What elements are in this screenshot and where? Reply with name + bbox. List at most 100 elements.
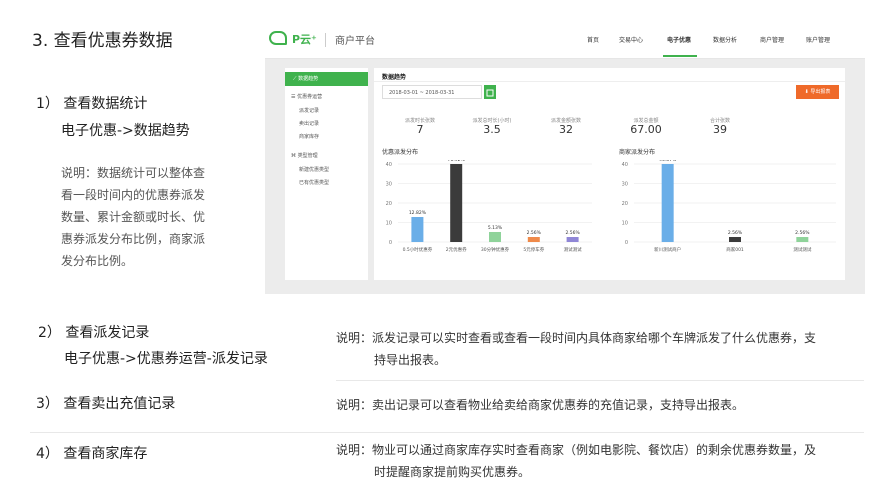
desc-line: 发分布比例。 xyxy=(61,254,134,268)
y-tick-label: 10 xyxy=(386,221,392,227)
desc-line: 惠券派发分布比例，商家派 xyxy=(61,232,206,246)
nav-e-coupon[interactable]: 电子优惠 xyxy=(667,35,691,44)
panel-divider xyxy=(374,81,845,82)
panel-title: 数据趋势 xyxy=(382,74,407,81)
nav-merchant[interactable]: 商户管理 xyxy=(760,35,784,44)
sidebar-group-types: ⌘ 类型管理 xyxy=(291,152,318,159)
step2-desc: 说明：派发记录可以实时查看或查看一段时间内具体商家给哪个车牌派发了什么优惠券，支… xyxy=(336,327,816,371)
x-tick-label: 30分钟优惠券 xyxy=(481,246,510,253)
coupon-distribution-chart: 0 10 20 30 40 12.82% 0.5小时优惠券 76.92% 2元优惠券 5.13% 3… xyxy=(386,160,592,253)
y-tick-label: 40 xyxy=(622,162,628,168)
divider xyxy=(30,432,864,433)
nav-analysis[interactable]: 数据分析 xyxy=(713,35,737,44)
data-label: 12.82% xyxy=(409,210,427,216)
x-tick-label: 测试测试 xyxy=(793,246,811,253)
step1-title: 1） 查看数据统计 xyxy=(36,96,148,112)
desc-line: 持导出报表。 xyxy=(374,353,447,367)
bar xyxy=(796,237,809,242)
step4-desc: 说明：物业可以通过商家库存实时查看商家（例如电影院、餐饮店）的剩余优惠券数量，及… xyxy=(336,439,816,483)
sidebar-item-trend[interactable]: ⟋ 数据趋势 xyxy=(285,72,368,86)
logo: P云⁺ xyxy=(292,33,317,46)
data-label: 2.56% xyxy=(565,230,580,236)
calendar-button[interactable] xyxy=(484,85,496,99)
x-tick-label: 商家001 xyxy=(726,246,744,253)
y-tick-label: 40 xyxy=(386,162,392,168)
desc-line: 说明：卖出记录可以查看物业给卖给商家优惠券的充值记录，支持导出报表。 xyxy=(336,398,745,412)
sidebar-group-label: 类型管理 xyxy=(297,153,318,159)
y-tick-label: 0 xyxy=(389,240,392,246)
nav-home[interactable]: 首页 xyxy=(587,35,599,44)
sidebar-item-existing-types[interactable]: 已有优惠类型 xyxy=(299,179,329,186)
stat-value: 7 xyxy=(416,123,424,136)
bar xyxy=(489,231,501,242)
sidebar: ⟋ 数据趋势 ☰ 优惠券运营 派发记录 卖出记录 商家库存 ⌘ 类型管理 新建优… xyxy=(285,68,368,280)
calendar-icon xyxy=(486,89,494,97)
nav-trading[interactable]: 交易中心 xyxy=(619,35,643,44)
step3-desc: 说明：卖出记录可以查看物业给卖给商家优惠券的充值记录，支持导出报表。 xyxy=(336,394,744,416)
step1-path: 电子优惠->数据趋势 xyxy=(61,123,190,139)
step2-title: 2） 查看派发记录 xyxy=(38,325,150,341)
platform-screenshot: P云⁺ 商户平台 首页 交易中心 电子优惠 数据分析 商户管理 账户管理 ⟋ 数… xyxy=(265,22,865,294)
bar xyxy=(661,164,674,242)
platform-name: 商户平台 xyxy=(335,36,375,47)
stat-value: 67.00 xyxy=(630,123,662,136)
bar xyxy=(450,164,463,242)
y-tick-label: 30 xyxy=(386,182,392,188)
export-label: 导出报表 xyxy=(810,89,831,95)
stat-value: 39 xyxy=(713,123,727,136)
bar xyxy=(527,237,540,242)
y-tick-label: 30 xyxy=(622,182,628,188)
sidebar-group-ops: ☰ 优惠券运营 xyxy=(291,93,322,100)
data-label: 2.56% xyxy=(728,230,743,236)
bar xyxy=(729,237,741,242)
nav-account[interactable]: 账户管理 xyxy=(806,35,830,44)
desc-line: 时提醒商家提前购买优惠券。 xyxy=(374,465,531,479)
y-tick-label: 10 xyxy=(622,221,628,227)
divider xyxy=(336,380,864,381)
step3-title: 3） 查看卖出充值记录 xyxy=(36,396,176,412)
sidebar-item-sales[interactable]: 卖出记录 xyxy=(299,120,319,127)
x-tick-label: 2元优惠券 xyxy=(446,246,467,253)
desc-line: 说明：派发记录可以实时查看或查看一段时间内具体商家给哪个车牌派发了什么优惠券，支 xyxy=(336,331,817,345)
desc-line: 说明：物业可以通过商家库存实时查看商家（例如电影院、餐饮店）的剩余优惠券数量，及 xyxy=(336,443,817,457)
sidebar-item-new-type[interactable]: 新建优惠类型 xyxy=(299,166,329,173)
data-label: 5.13% xyxy=(488,225,503,231)
step2-path: 电子优惠->优惠券运营-派发记录 xyxy=(64,351,268,367)
x-tick-label: 测试测试 xyxy=(564,246,582,253)
logo-divider xyxy=(325,33,326,47)
data-label: 76.92% xyxy=(448,160,466,163)
desc-line: 说明：数据统计可以整体查 xyxy=(61,166,206,180)
nav-active-indicator xyxy=(663,55,697,57)
x-tick-label: 5元停车券 xyxy=(523,246,544,253)
chart1-title: 优惠派发分布 xyxy=(382,149,419,156)
y-tick-label: 20 xyxy=(386,201,392,207)
merchant-distribution-chart: 0 10 20 30 40 94.87% 新川测试商户 2.56% 商家001 2.56% 测试测试 xyxy=(622,160,836,253)
desc-line: 看一段时间内的优惠券派发 xyxy=(61,188,206,202)
sidebar-group-label: 优惠券运营 xyxy=(297,94,323,100)
chart2-title: 商家派发分布 xyxy=(619,149,656,156)
y-tick-label: 20 xyxy=(622,201,628,207)
data-label: 2.56% xyxy=(527,230,542,236)
top-bar: P云⁺ 商户平台 首页 交易中心 电子优惠 数据分析 商户管理 账户管理 xyxy=(265,22,865,59)
x-tick-label: 0.5小时优惠券 xyxy=(403,246,433,253)
cloud-leaf-icon xyxy=(269,31,287,45)
data-label: 94.87% xyxy=(659,160,677,163)
desc-line: 数量、累计金额或时长、优 xyxy=(61,210,206,224)
tree-icon: ⌘ xyxy=(291,153,298,159)
step1-desc: 说明：数据统计可以整体查 看一段时间内的优惠券派发 数量、累计金额或时长、优 惠… xyxy=(61,162,205,272)
sidebar-item-dispatch[interactable]: 派发记录 xyxy=(299,107,319,114)
y-tick-label: 0 xyxy=(625,240,628,246)
data-label: 2.56% xyxy=(795,230,810,236)
stat-value: 32 xyxy=(559,123,573,136)
sidebar-item-label: 数据趋势 xyxy=(298,76,319,82)
export-button[interactable]: ⬇ 导出报表 xyxy=(796,85,839,99)
stat-value: 3.5 xyxy=(483,123,501,136)
section-heading: 3. 查看优惠券数据 xyxy=(32,31,173,51)
bar xyxy=(411,217,424,242)
sidebar-item-stock[interactable]: 商家库存 xyxy=(299,133,319,140)
bar xyxy=(566,237,579,242)
step4-title: 4） 查看商家库存 xyxy=(36,446,148,462)
date-range-input[interactable]: 2018-03-01 ~ 2018-03-31 xyxy=(382,85,482,99)
x-tick-label: 新川测试商户 xyxy=(654,246,681,253)
trend-panel: 数据趋势 2018-03-01 ~ 2018-03-31 ⬇ 导出报表 派发时长… xyxy=(374,68,845,280)
